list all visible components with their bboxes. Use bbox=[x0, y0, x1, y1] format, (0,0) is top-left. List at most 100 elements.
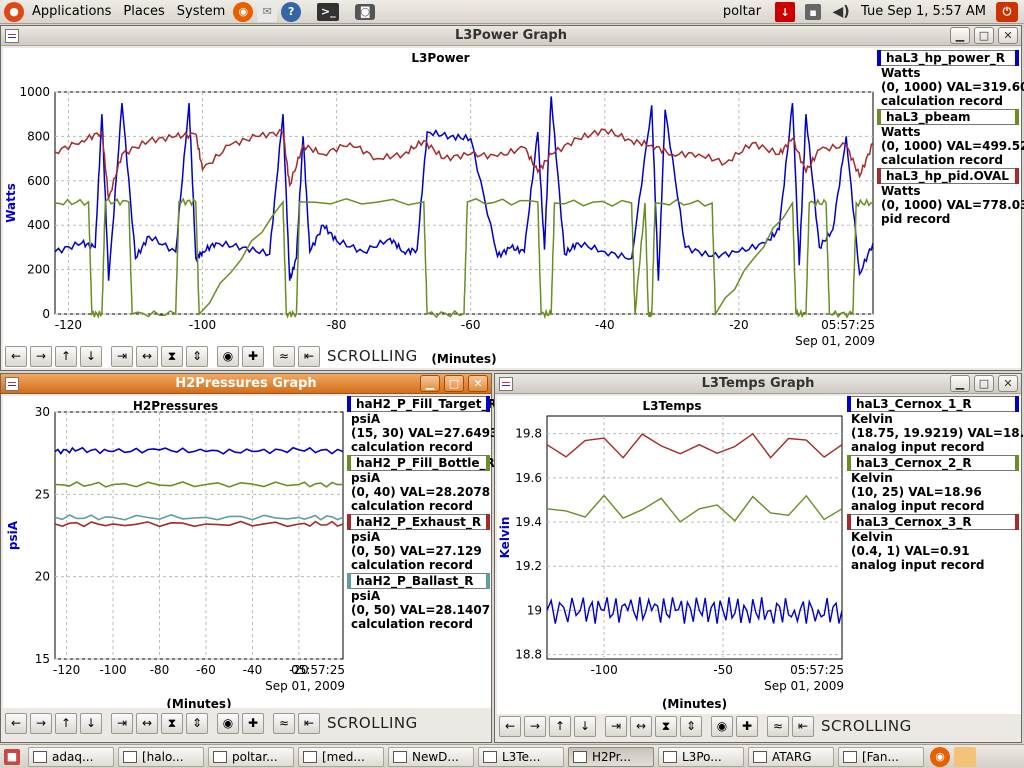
clock[interactable]: Tue Sep 1, 5:57 AM bbox=[859, 0, 988, 24]
ubuntu-logo-icon[interactable]: ● bbox=[4, 1, 24, 22]
pan-right-icon[interactable]: → bbox=[30, 345, 52, 367]
zoom-y-out-icon[interactable]: ⇕ bbox=[186, 345, 208, 367]
legend-entry-haL3_Cernox_3_R[interactable]: haL3_Cernox_3_R bbox=[847, 514, 1019, 530]
pan-down-icon[interactable]: ↓ bbox=[80, 345, 102, 367]
network-icon[interactable]: ▪ bbox=[805, 4, 822, 20]
reset-zoom-icon[interactable]: ◉ bbox=[217, 712, 239, 734]
scroll-mode-icon[interactable]: ⇤ bbox=[298, 712, 320, 734]
style-icon[interactable]: ≈ bbox=[273, 345, 295, 367]
firefox-task-icon[interactable]: ◉ bbox=[930, 746, 950, 767]
zoom-x-out-icon[interactable]: ↔ bbox=[136, 345, 158, 367]
legend-record-type: analog input record bbox=[851, 558, 985, 572]
h2pressures-titlebar[interactable]: H2Pressures Graph ▁ □ ✕ bbox=[1, 374, 491, 394]
pan-up-icon[interactable]: ↑ bbox=[55, 345, 77, 367]
pan-left-icon[interactable]: ← bbox=[499, 715, 521, 737]
scroll-mode-icon[interactable]: ⇤ bbox=[298, 345, 320, 367]
maximize-button[interactable]: □ bbox=[444, 375, 464, 392]
style-icon[interactable]: ≈ bbox=[273, 712, 295, 734]
l3power-legend: haL3_hp_power_R Watts (0, 1000) VAL=319.60… bbox=[877, 50, 1024, 226]
maximize-button[interactable]: □ bbox=[974, 375, 994, 392]
close-button[interactable]: ✕ bbox=[468, 375, 488, 392]
y-axis-label: psiA bbox=[6, 520, 20, 550]
y-axis-label: Kelvin bbox=[498, 517, 512, 559]
taskbar-item[interactable]: ATARG bbox=[748, 746, 834, 767]
pan-left-icon[interactable]: ← bbox=[5, 712, 27, 734]
terminal-icon[interactable]: >_ bbox=[317, 2, 340, 21]
scroll-mode-icon[interactable]: ⇤ bbox=[792, 715, 814, 737]
zoom-y-out-icon[interactable]: ⇕ bbox=[680, 715, 702, 737]
x-tick-label: -40 bbox=[595, 318, 615, 332]
firefox-icon[interactable]: ◉ bbox=[233, 1, 254, 22]
pan-up-icon[interactable]: ↑ bbox=[549, 715, 571, 737]
l3temps-titlebar[interactable]: L3Temps Graph ▁ □ ✕ bbox=[495, 374, 1021, 394]
zoom-x-out-icon[interactable]: ↔ bbox=[630, 715, 652, 737]
taskbar-item[interactable]: poltar... bbox=[208, 746, 294, 767]
zoom-x-in-icon[interactable]: ⇥ bbox=[605, 715, 627, 737]
l3power-window: L3Power Graph ▁ □ ✕ L3Power -120 -100 -80 -60… bbox=[0, 25, 1024, 371]
taskbar-item[interactable]: [halo... bbox=[118, 746, 204, 767]
taskbar-item[interactable]: L3Po... bbox=[658, 746, 744, 767]
workspace-switcher-icon[interactable] bbox=[954, 746, 976, 767]
close-button[interactable]: ✕ bbox=[998, 375, 1018, 392]
taskbar-item[interactable]: adaq... bbox=[28, 746, 114, 767]
menu-places[interactable]: Places bbox=[117, 0, 170, 24]
taskbar-item[interactable]: [Fan... bbox=[838, 746, 924, 767]
legend-name: haL3_Cernox_2_R bbox=[856, 456, 972, 470]
zoom-y-in-icon[interactable]: ⧗ bbox=[655, 715, 677, 737]
pan-down-icon[interactable]: ↓ bbox=[574, 715, 596, 737]
taskbar-item[interactable]: NewD... bbox=[388, 746, 474, 767]
zoom-x-out-icon[interactable]: ↔ bbox=[136, 712, 158, 734]
zoom-y-in-icon[interactable]: ⧗ bbox=[161, 345, 183, 367]
legend-entry-haH2_P_Fill_Bottle_R[interactable]: haH2_P_Fill_Bottle_R bbox=[347, 455, 495, 471]
volume-icon[interactable]: ◀) bbox=[831, 2, 851, 22]
reset-zoom-icon[interactable]: ◉ bbox=[711, 715, 733, 737]
legend-entry-haH2_P_Ballast_R[interactable]: haH2_P_Ballast_R bbox=[347, 573, 490, 589]
minimize-button[interactable]: ▁ bbox=[950, 27, 970, 44]
help-icon[interactable]: ? bbox=[281, 1, 302, 22]
show-desktop-icon[interactable]: ■ bbox=[4, 748, 20, 765]
x-axis-label: (Minutes) bbox=[662, 697, 727, 711]
window-icon bbox=[843, 750, 857, 763]
menu-applications[interactable]: Applications bbox=[26, 0, 117, 24]
series-line-haL3_Cernox_3_R bbox=[546, 432, 843, 459]
screenshot-camera-icon[interactable]: ◙ bbox=[355, 3, 376, 20]
pan-up-icon[interactable]: ↑ bbox=[55, 712, 77, 734]
legend-entry-haL3_hp_pid.OVAL[interactable]: haL3_hp_pid.OVAL bbox=[877, 168, 1019, 184]
add-pv-icon[interactable]: ✚ bbox=[736, 715, 758, 737]
y-tick-label: 20 bbox=[35, 570, 50, 584]
legend-entry-haL3_Cernox_2_R[interactable]: haL3_Cernox_2_R bbox=[847, 455, 1019, 471]
legend-entry-haL3_pbeam[interactable]: haL3_pbeam bbox=[877, 109, 1019, 125]
user-name[interactable]: poltar bbox=[717, 0, 767, 24]
series-line-haH2_P_Ballast_R bbox=[54, 514, 344, 521]
minimize-button[interactable]: ▁ bbox=[420, 375, 440, 392]
menu-system[interactable]: System bbox=[171, 0, 231, 24]
pan-right-icon[interactable]: → bbox=[524, 715, 546, 737]
legend-entry-haL3_hp_power_R[interactable]: haL3_hp_power_R bbox=[877, 50, 1019, 66]
legend-swatch bbox=[847, 514, 851, 530]
add-pv-icon[interactable]: ✚ bbox=[242, 712, 264, 734]
close-button[interactable]: ✕ bbox=[998, 27, 1018, 44]
zoom-y-in-icon[interactable]: ⧗ bbox=[161, 712, 183, 734]
window-title: L3Power Graph bbox=[455, 28, 567, 43]
legend-entry-haH2_P_Exhaust_R[interactable]: haH2_P_Exhaust_R bbox=[347, 514, 490, 530]
style-icon[interactable]: ≈ bbox=[767, 715, 789, 737]
pan-left-icon[interactable]: ← bbox=[5, 345, 27, 367]
update-notifier-icon[interactable]: ↓ bbox=[775, 2, 796, 22]
zoom-y-out-icon[interactable]: ⇕ bbox=[186, 712, 208, 734]
maximize-button[interactable]: □ bbox=[974, 27, 994, 44]
pan-right-icon[interactable]: → bbox=[30, 712, 52, 734]
reset-zoom-icon[interactable]: ◉ bbox=[217, 345, 239, 367]
zoom-x-in-icon[interactable]: ⇥ bbox=[111, 712, 133, 734]
minimize-button[interactable]: ▁ bbox=[950, 375, 970, 392]
taskbar-item[interactable]: [med... bbox=[298, 746, 384, 767]
mail-icon[interactable]: ✉ bbox=[257, 1, 278, 22]
power-off-icon[interactable]: ⏻ bbox=[996, 2, 1018, 22]
pan-down-icon[interactable]: ↓ bbox=[80, 712, 102, 734]
taskbar-item[interactable]: L3Te... bbox=[478, 746, 564, 767]
l3power-titlebar[interactable]: L3Power Graph ▁ □ ✕ bbox=[1, 26, 1021, 46]
legend-entry-haL3_Cernox_1_R[interactable]: haL3_Cernox_1_R bbox=[847, 396, 1019, 412]
taskbar-item[interactable]: H2Pr... bbox=[568, 746, 654, 767]
legend-entry-haH2_P_Fill_Target_R[interactable]: haH2_P_Fill_Target_R bbox=[347, 396, 497, 412]
add-pv-icon[interactable]: ✚ bbox=[242, 345, 264, 367]
zoom-x-in-icon[interactable]: ⇥ bbox=[111, 345, 133, 367]
